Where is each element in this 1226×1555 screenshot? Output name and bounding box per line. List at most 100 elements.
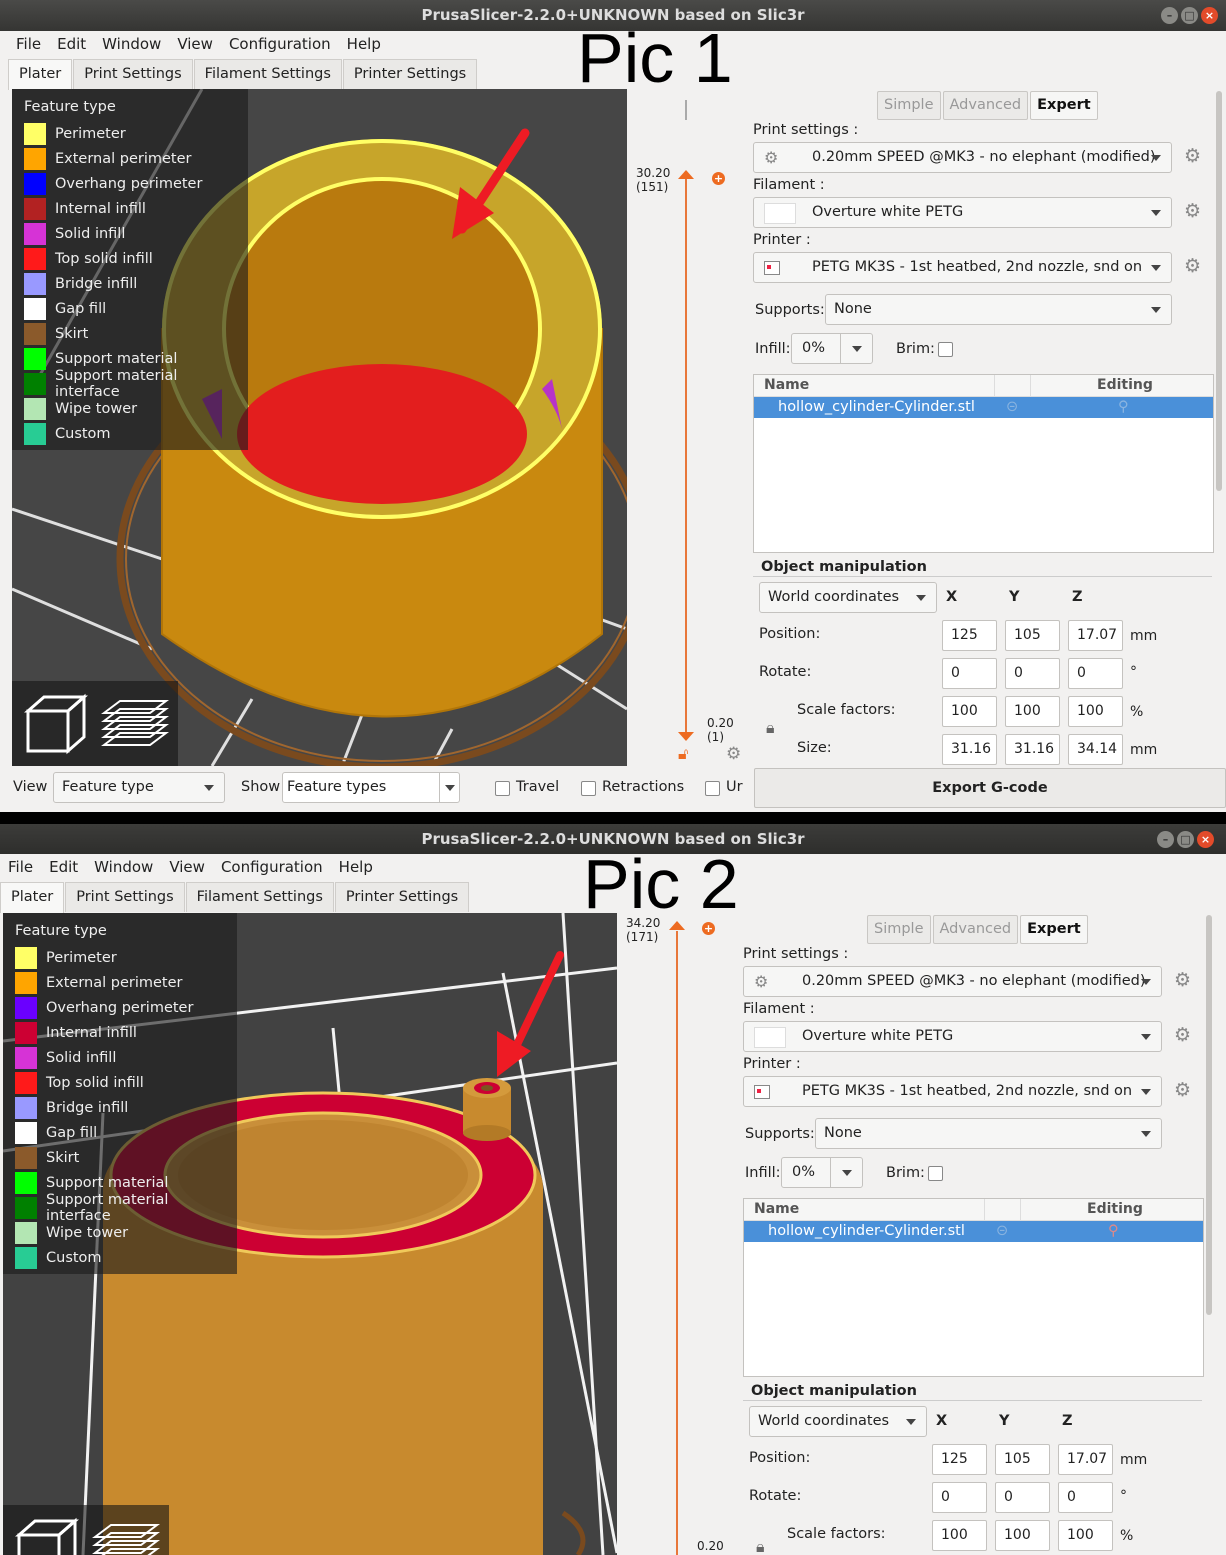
menu-edit[interactable]: Edit	[41, 854, 86, 880]
lower-thumb-icon[interactable]	[678, 732, 694, 741]
brim-checkbox[interactable]	[938, 342, 953, 357]
infill-combo[interactable]: 0%	[791, 333, 873, 364]
rotate-x-field[interactable]: 0	[932, 1482, 987, 1513]
rotate-x-field[interactable]: 0	[942, 658, 997, 689]
upper-thumb-icon[interactable]	[678, 170, 694, 179]
printer-combo[interactable]: PETG MK3S - 1st heatbed, 2nd nozzle, snd…	[743, 1076, 1162, 1107]
add-color-change-icon[interactable]: +	[702, 922, 715, 935]
position-z-field[interactable]: 17.07	[1068, 620, 1123, 651]
supports-combo[interactable]: None	[815, 1118, 1162, 1149]
menu-file[interactable]: File	[0, 854, 41, 880]
layer-slider[interactable]: 34.20 (171) + 0.20	[620, 913, 740, 1555]
view-type-combo[interactable]: Feature type	[53, 772, 225, 803]
scale-y-field[interactable]: 100	[995, 1520, 1050, 1551]
tab-printer-settings[interactable]: Printer Settings	[342, 59, 478, 89]
scale-z-field[interactable]: 100	[1058, 1520, 1113, 1551]
sidebar-scrollbar[interactable]	[1206, 915, 1212, 1315]
menu-view[interactable]: View	[169, 31, 221, 57]
tab-filament-settings[interactable]: Filament Settings	[185, 882, 334, 912]
supports-combo[interactable]: None	[825, 294, 1172, 325]
rotate-z-field[interactable]: 0	[1058, 1482, 1113, 1513]
editing-icon[interactable]: ⚲	[1118, 397, 1129, 418]
tab-plater[interactable]: Plater	[8, 59, 73, 90]
lock-icon[interactable]: 🔒︎	[756, 1537, 765, 1555]
menu-window[interactable]: Window	[94, 31, 169, 57]
print-settings-combo[interactable]: ⚙ 0.20mm SPEED @MK3 - no elephant (modif…	[743, 966, 1162, 997]
rotate-z-field[interactable]: 0	[1068, 658, 1123, 689]
3d-viewport[interactable]: Feature type Perimeter External perimete…	[3, 913, 617, 1555]
maximize-icon[interactable]: □	[1177, 831, 1194, 848]
minimize-icon[interactable]: –	[1157, 831, 1174, 848]
preview-layers-icon[interactable]	[100, 689, 170, 759]
3d-view-icon[interactable]	[20, 689, 90, 759]
editing-icon[interactable]: ⚲	[1108, 1221, 1119, 1242]
size-y-field[interactable]: 31.16	[1005, 734, 1060, 765]
rotate-y-field[interactable]: 0	[995, 1482, 1050, 1513]
tab-print-settings[interactable]: Print Settings	[65, 882, 185, 912]
tab-filament-settings[interactable]: Filament Settings	[193, 59, 342, 89]
position-y-field[interactable]: 105	[995, 1444, 1050, 1475]
position-x-field[interactable]: 125	[942, 620, 997, 651]
3d-viewport[interactable]: Feature type Perimeter External perimete…	[12, 89, 627, 766]
rotate-y-field[interactable]: 0	[1005, 658, 1060, 689]
filament-combo[interactable]: Overture white PETG	[743, 1021, 1162, 1052]
cog-icon[interactable]: ⚙	[726, 744, 741, 764]
tab-plater[interactable]: Plater	[0, 882, 65, 913]
scale-y-field[interactable]: 100	[1005, 696, 1060, 727]
mode-advanced-button[interactable]: Advanced	[932, 915, 1019, 944]
export-gcode-button[interactable]: Export G-code	[754, 768, 1226, 808]
menu-configuration[interactable]: Configuration	[213, 854, 331, 880]
mode-expert-button[interactable]: Expert	[1030, 91, 1098, 120]
lock-icon[interactable]: 🔓︎	[678, 744, 688, 764]
menu-help[interactable]: Help	[331, 854, 381, 880]
gear-icon[interactable]: ⚙	[1184, 200, 1201, 222]
upper-thumb-icon[interactable]	[669, 921, 685, 930]
mode-simple-button[interactable]: Simple	[877, 91, 941, 120]
gear-icon[interactable]: ⚙	[1184, 255, 1201, 277]
position-z-field[interactable]: 17.07	[1058, 1444, 1113, 1475]
gear-icon[interactable]: ⚙	[1184, 145, 1201, 167]
tab-print-settings[interactable]: Print Settings	[73, 59, 193, 89]
preview-layers-icon[interactable]	[91, 1513, 161, 1555]
menu-help[interactable]: Help	[339, 31, 389, 57]
lock-icon[interactable]: 🔒︎	[766, 718, 775, 738]
sidebar-scrollbar[interactable]	[1216, 91, 1222, 491]
gear-icon[interactable]: ⚙	[1174, 1079, 1191, 1101]
position-y-field[interactable]: 105	[1005, 620, 1060, 651]
layer-slider[interactable]: 30.20 (151) + 0.20 (1) 🔓︎ ⚙	[630, 100, 750, 770]
menu-configuration[interactable]: Configuration	[221, 31, 339, 57]
print-settings-combo[interactable]: ⚙ 0.20mm SPEED @MK3 - no elephant (modif…	[753, 142, 1172, 173]
size-x-field[interactable]: 31.16	[942, 734, 997, 765]
brim-checkbox[interactable]	[928, 1166, 943, 1181]
settings-icon[interactable]: ⊝	[1006, 397, 1018, 418]
show-feature-types-combo[interactable]: Feature types	[282, 772, 460, 803]
close-icon[interactable]: ×	[1201, 7, 1218, 24]
menu-edit[interactable]: Edit	[49, 31, 94, 57]
menu-window[interactable]: Window	[86, 854, 161, 880]
mode-advanced-button[interactable]: Advanced	[942, 91, 1029, 120]
scale-x-field[interactable]: 100	[932, 1520, 987, 1551]
unretractions-checkbox[interactable]	[705, 781, 720, 796]
settings-icon[interactable]: ⊝	[996, 1221, 1008, 1242]
retractions-checkbox[interactable]	[581, 781, 596, 796]
tab-printer-settings[interactable]: Printer Settings	[334, 882, 470, 912]
gear-icon[interactable]: ⚙	[1174, 1024, 1191, 1046]
position-x-field[interactable]: 125	[932, 1444, 987, 1475]
maximize-icon[interactable]: □	[1181, 7, 1198, 24]
menu-file[interactable]: File	[8, 31, 49, 57]
list-item[interactable]: hollow_cylinder-Cylinder.stl ⊝ ⚲	[754, 397, 1213, 418]
coordinate-system-combo[interactable]: World coordinates	[749, 1406, 927, 1437]
size-z-field[interactable]: 34.14	[1068, 734, 1123, 765]
filament-combo[interactable]: Overture white PETG	[753, 197, 1172, 228]
gear-icon[interactable]: ⚙	[1174, 969, 1191, 991]
infill-combo[interactable]: 0%	[781, 1157, 863, 1188]
close-icon[interactable]: ×	[1197, 831, 1214, 848]
3d-view-icon[interactable]	[11, 1513, 81, 1555]
minimize-icon[interactable]: –	[1161, 7, 1178, 24]
travel-checkbox[interactable]	[495, 781, 510, 796]
printer-combo[interactable]: PETG MK3S - 1st heatbed, 2nd nozzle, snd…	[753, 252, 1172, 283]
scale-x-field[interactable]: 100	[942, 696, 997, 727]
list-item[interactable]: hollow_cylinder-Cylinder.stl ⊝ ⚲	[744, 1221, 1203, 1242]
mode-expert-button[interactable]: Expert	[1020, 915, 1088, 944]
add-color-change-icon[interactable]: +	[712, 172, 725, 185]
